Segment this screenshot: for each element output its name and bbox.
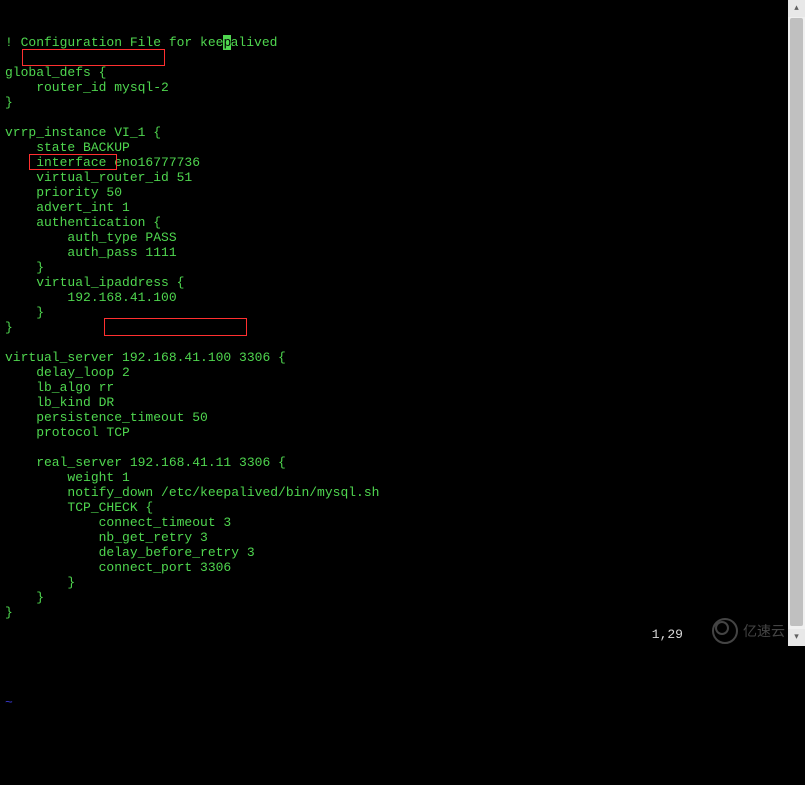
config-line: delay_loop 2 (5, 365, 783, 380)
config-line: connect_timeout 3 (5, 515, 783, 530)
scrollbar-track[interactable]: ▴ ▾ (788, 0, 805, 646)
config-line: real_server 192.168.41.11 3306 { (5, 455, 783, 470)
config-line: virtual_server 192.168.41.100 3306 { (5, 350, 783, 365)
scrollbar-thumb[interactable] (790, 18, 803, 626)
scrollbar-down-button[interactable]: ▾ (788, 629, 805, 646)
config-line: } (5, 305, 783, 320)
config-line: virtual_router_id 51 (5, 170, 783, 185)
config-line: virtual_ipaddress { (5, 275, 783, 290)
config-line (5, 110, 783, 125)
config-line: state BACKUP (5, 140, 783, 155)
scrollbar-up-button[interactable]: ▴ (788, 0, 805, 17)
config-line: 192.168.41.100 (5, 290, 783, 305)
config-line: } (5, 95, 783, 110)
vim-status-line: 1,29 (0, 627, 788, 642)
config-line: } (5, 605, 783, 620)
config-line: lb_kind DR (5, 395, 783, 410)
config-line: } (5, 575, 783, 590)
config-content: ! Configuration File for keepalived globa… (5, 35, 783, 620)
config-line: delay_before_retry 3 (5, 545, 783, 560)
config-line: priority 50 (5, 185, 783, 200)
config-line: persistence_timeout 50 (5, 410, 783, 425)
config-line: } (5, 590, 783, 605)
config-line: ! Configuration File for keepalived (5, 35, 783, 50)
cursor-position: 1,29 (652, 627, 683, 642)
terminal-editor[interactable]: ! Configuration File for keepalived globa… (0, 0, 788, 646)
config-line: auth_type PASS (5, 230, 783, 245)
config-line (5, 335, 783, 350)
config-line: notify_down /etc/keepalived/bin/mysql.sh (5, 485, 783, 500)
config-line (5, 440, 783, 455)
config-line: } (5, 260, 783, 275)
config-line: lb_algo rr (5, 380, 783, 395)
empty-line (5, 650, 783, 665)
config-line: advert_int 1 (5, 200, 783, 215)
watermark-logo-icon (712, 618, 738, 644)
config-line (5, 50, 783, 65)
config-line: protocol TCP (5, 425, 783, 440)
config-line: auth_pass 1111 (5, 245, 783, 260)
config-line: router_id mysql-2 (5, 80, 783, 95)
config-line: } (5, 320, 783, 335)
config-line: vrrp_instance VI_1 { (5, 125, 783, 140)
vim-tilde-line: ~ (5, 695, 783, 710)
config-line: global_defs { (5, 65, 783, 80)
config-line: nb_get_retry 3 (5, 530, 783, 545)
config-line: connect_port 3306 (5, 560, 783, 575)
watermark-text: 亿速云 (743, 624, 785, 639)
config-line: authentication { (5, 215, 783, 230)
watermark: 亿速云 (712, 618, 785, 644)
text-cursor: p (223, 35, 230, 50)
config-line: weight 1 (5, 470, 783, 485)
config-line: interface eno16777736 (5, 155, 783, 170)
config-line: TCP_CHECK { (5, 500, 783, 515)
